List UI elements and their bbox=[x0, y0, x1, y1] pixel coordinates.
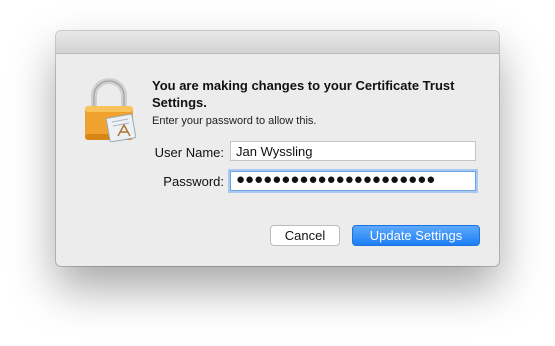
lock-icon bbox=[85, 78, 137, 142]
dialog-titlebar bbox=[56, 31, 499, 54]
username-field[interactable] bbox=[230, 141, 476, 161]
password-label: Password: bbox=[163, 174, 224, 189]
username-label: User Name: bbox=[154, 145, 224, 160]
password-field[interactable]: ●●●●●●●●●●●●●●●●●●●●●● bbox=[230, 171, 476, 191]
dialog-heading: You are making changes to your Certifica… bbox=[152, 78, 455, 110]
dialog-subtext: Enter your password to allow this. bbox=[152, 115, 317, 127]
update-settings-button[interactable]: Update Settings bbox=[352, 225, 480, 246]
authorization-dialog: You are making changes to your Certifica… bbox=[56, 31, 499, 266]
cancel-button[interactable]: Cancel bbox=[270, 225, 340, 246]
